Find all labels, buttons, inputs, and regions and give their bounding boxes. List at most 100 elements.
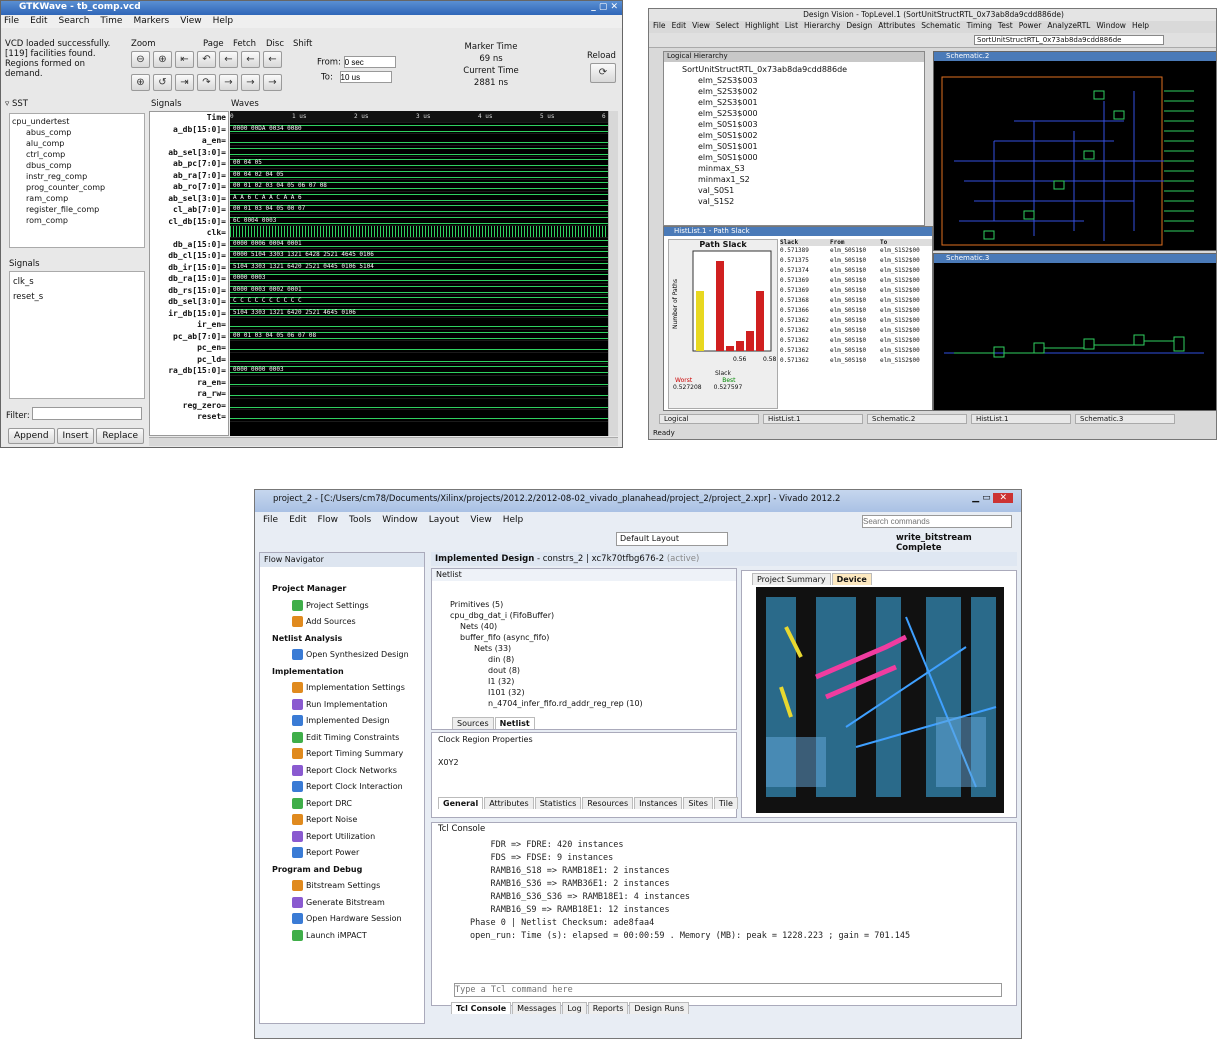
menu-item-search[interactable]: Search [59, 16, 90, 26]
menu-item-highlight[interactable]: Highlight [745, 21, 779, 30]
disc-left-icon[interactable]: ← [241, 51, 260, 68]
waveform-row[interactable]: 01 us2 us3 us4 us5 us6 us [230, 111, 608, 123]
flow-nav-item[interactable]: Report Clock Networks [268, 763, 418, 780]
page-forward-icon[interactable]: ↷ [197, 74, 216, 91]
hierarchy-item[interactable]: elm_S2S3$000 [670, 108, 918, 119]
property-tab-general[interactable]: General [438, 797, 484, 809]
waveform-row[interactable] [230, 145, 608, 157]
signal-name[interactable]: db_rs[15:0]= [150, 285, 228, 297]
slack-row[interactable]: 0.571368 elm_S0S1$0 elm_S1S2$00 [780, 296, 932, 306]
hierarchy-item[interactable]: minmax1_S2 [670, 174, 918, 185]
hierarchy-item[interactable]: elm_S2S3$002 [670, 86, 918, 97]
zoom-end-icon[interactable]: ⇥ [175, 74, 194, 91]
bottom-tab-tcl-console[interactable]: Tcl Console [451, 1002, 512, 1014]
waveform-row[interactable]: 6C 0004 0003 [230, 214, 608, 226]
netlist-tree[interactable]: Primitives (5) cpu_dbg_dat_i (FifoBuffer)… [432, 581, 736, 709]
signal-name[interactable]: ir_db[15:0]= [150, 308, 228, 320]
flow-navigator-list[interactable]: Project Manager Project Settings Add Sourc… [260, 567, 424, 944]
bottom-tab-log[interactable]: Log [562, 1002, 587, 1014]
menu-item-window[interactable]: Window [382, 515, 418, 525]
zoom-fit-icon[interactable]: ⊕ [131, 74, 150, 91]
sst-tree[interactable]: cpu_undertest abus_comp alu_comp ctrl_comp d… [9, 113, 145, 248]
netlist-tree-item[interactable]: I101 (32) [450, 687, 732, 698]
flow-nav-item[interactable]: Launch iMPACT [268, 928, 418, 945]
shift-left-icon[interactable]: ← [263, 51, 282, 68]
append-button[interactable]: Append [8, 428, 55, 444]
hierarchy-item[interactable]: SortUnitStructRTL_0x73ab8da9cdd886de [670, 64, 918, 75]
waveform-row[interactable] [230, 226, 608, 238]
signals-list[interactable]: clk_s reset_s [9, 271, 145, 399]
bottom-tab[interactable]: Schematic.2 [867, 414, 967, 424]
netlist-tree-item[interactable]: Nets (40) [450, 621, 732, 632]
layout-select[interactable]: Default Layout [616, 532, 728, 546]
flow-nav-item[interactable]: Implementation Settings [268, 680, 418, 697]
horizontal-scrollbar[interactable] [149, 437, 618, 446]
bottom-tab[interactable]: HistList.1 [971, 414, 1071, 424]
slack-row[interactable]: 0.571374 elm_S0S1$0 elm_S1S2$00 [780, 266, 932, 276]
hist-bar[interactable] [746, 331, 754, 351]
netlist-tree-item[interactable]: Nets (33) [450, 643, 732, 654]
flow-section-header[interactable]: Program and Debug [268, 862, 418, 879]
menu-item-select[interactable]: Select [716, 21, 739, 30]
tcl-command-input[interactable] [454, 983, 1002, 997]
menu-item-attributes[interactable]: Attributes [878, 21, 915, 30]
flow-nav-item[interactable]: Bitstream Settings [268, 878, 418, 895]
menu-item-power[interactable]: Power [1019, 21, 1042, 30]
reload-icon[interactable]: ⟳ [590, 63, 616, 83]
to-input[interactable] [339, 71, 392, 83]
menu-item-design[interactable]: Design [846, 21, 872, 30]
hist-bar[interactable] [716, 261, 724, 351]
sst-tree-item[interactable]: dbus_comp [12, 160, 142, 171]
from-input[interactable] [343, 56, 396, 68]
waveform-row[interactable]: 0000 0003 0002 0001 [230, 283, 608, 295]
bottom-tab-design-runs[interactable]: Design Runs [629, 1002, 690, 1014]
waveform-row[interactable]: 0000 00DA 0034 0080 [230, 122, 608, 134]
signal-name[interactable]: db_cl[15:0]= [150, 250, 228, 262]
waveform-row[interactable]: 0000 0003 [230, 272, 608, 284]
property-tab-attributes[interactable]: Attributes [484, 797, 534, 809]
slack-col-header[interactable]: Slack [780, 239, 830, 246]
window-controls[interactable]: ▁ ▭ ✕ [972, 493, 1013, 503]
fetch-right-icon[interactable]: → [219, 74, 238, 91]
menu-item-edit[interactable]: Edit [672, 21, 687, 30]
flow-nav-item[interactable]: Report DRC [268, 796, 418, 813]
signal-name[interactable]: pc_ab[7:0]= [150, 331, 228, 343]
flow-nav-item[interactable]: Report Timing Summary [268, 746, 418, 763]
menu-item-test[interactable]: Test [998, 21, 1013, 30]
flow-section-header[interactable]: Implementation [268, 664, 418, 681]
bottom-tab-messages[interactable]: Messages [512, 1002, 562, 1014]
waveform-row[interactable]: 00 04 02 04 05 [230, 168, 608, 180]
sst-tree-item[interactable]: ctrl_comp [12, 149, 142, 160]
slack-table[interactable]: Slack From To 0.571389 elm_S0S1$0 elm_S1S2$00… [780, 239, 932, 409]
waveform-row[interactable]: A A 6 C A A C A A 6 [230, 191, 608, 203]
slack-col-header[interactable]: From [830, 239, 880, 246]
hierarchy-item[interactable]: elm_S0S1$002 [670, 130, 918, 141]
signal-name[interactable]: a_en= [150, 135, 228, 147]
signal-name[interactable]: ra_rw= [150, 388, 228, 400]
netlist-tab[interactable]: Netlist [494, 717, 535, 729]
signal-name[interactable]: cl_ab[7:0]= [150, 204, 228, 216]
menu-item-time[interactable]: Time [100, 16, 122, 26]
menu-item-markers[interactable]: Markers [133, 16, 169, 26]
signal-names-panel[interactable]: Time a_db[15:0]= a_en= ab_sel[3:0]= ab_pc[7:… [149, 111, 229, 436]
flow-nav-item[interactable]: Run Implementation [268, 697, 418, 714]
menu-item-schematic[interactable]: Schematic [921, 21, 960, 30]
hierarchy-item[interactable]: val_S0S1 [670, 185, 918, 196]
project-summary-tab[interactable]: Project Summary [752, 573, 831, 585]
hierarchy-item[interactable]: elm_S0S1$001 [670, 141, 918, 152]
signal-name[interactable]: reg_zero= [150, 400, 228, 412]
bottom-tab[interactable]: Logical [659, 414, 759, 424]
hierarchy-item[interactable]: elm_S0S1$003 [670, 119, 918, 130]
hist-bar[interactable] [736, 341, 744, 351]
property-tab-statistics[interactable]: Statistics [534, 797, 582, 809]
signal-name[interactable]: cl_db[15:0]= [150, 216, 228, 228]
signal-name[interactable]: ra_en= [150, 377, 228, 389]
signal-list-item[interactable]: clk_s [13, 275, 141, 290]
device-view[interactable] [756, 587, 1004, 813]
signal-name[interactable]: ab_ro[7:0]= [150, 181, 228, 193]
disc-right-icon[interactable]: → [241, 74, 260, 91]
menu-item-tools[interactable]: Tools [349, 515, 371, 525]
signal-name[interactable]: ab_pc[7:0]= [150, 158, 228, 170]
bottom-tab-reports[interactable]: Reports [587, 1002, 629, 1014]
slack-row[interactable]: 0.571389 elm_S0S1$0 elm_S1S2$00 [780, 246, 932, 256]
